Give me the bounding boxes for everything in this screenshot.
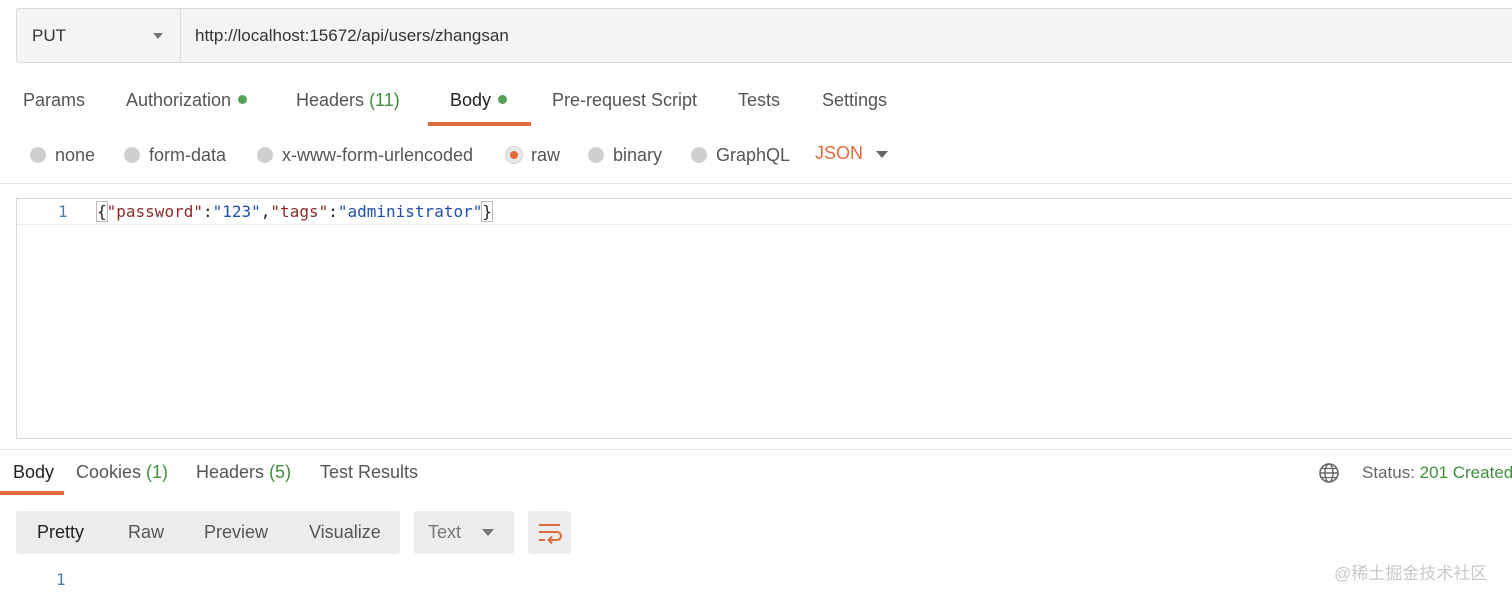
response-tab-body[interactable]: Body [13,462,54,483]
radio-binary[interactable]: binary [588,143,662,167]
response-status: Status: 201 Created [1362,463,1512,483]
response-tab-test-results[interactable]: Test Results [320,462,418,483]
divider [0,449,1512,450]
view-mode-pretty[interactable]: Pretty [37,511,84,554]
radio-label: raw [531,144,561,165]
json-string: "administrator" [337,202,483,221]
radio-label: x-www-form-urlencoded [282,144,474,165]
status-label: Status: [1362,463,1415,482]
line-number: 1 [56,570,66,589]
response-tab-cookies[interactable]: Cookies (1) [76,462,168,483]
tab-body[interactable]: Body [450,90,508,116]
radio-label: none [55,144,96,165]
radio-raw[interactable]: raw [506,143,560,167]
wrap-lines-button[interactable] [528,511,571,554]
radio-graphql[interactable]: GraphQL [691,143,790,167]
tab-label: Pre-request Script [552,90,698,110]
radio-form-data[interactable]: form-data [124,143,226,167]
response-tab-headers[interactable]: Headers (5) [196,462,291,483]
radio-circle-icon [257,147,273,163]
code-brace: { [96,201,108,222]
tab-label: Headers [296,90,365,110]
tab-label: Cookies [76,462,142,482]
radio-circle-icon [691,147,707,163]
watermark: @稀土掘金技术社区 [1334,564,1488,583]
wrap-lines-icon [539,524,562,545]
divider [0,183,1512,184]
method-label: PUT [32,25,66,45]
radio-label: GraphQL [716,144,791,165]
tab-count: (5) [269,462,292,482]
tab-count: (1) [146,462,169,482]
radio-circle-icon [588,147,604,163]
radio-circle-icon [124,147,140,163]
view-mode-raw[interactable]: Raw [128,511,164,554]
json-colon: : [202,202,213,221]
json-key: "tags" [270,202,329,221]
tab-settings[interactable]: Settings [822,90,887,116]
method-select[interactable]: PUT [17,9,181,62]
active-tab-underline [0,491,64,495]
tab-label: Params [23,90,86,110]
radio-circle-icon [30,147,46,163]
tab-label: Body [450,90,492,110]
chevron-down-icon[interactable] [876,151,888,158]
tab-authorization[interactable]: Authorization [126,90,248,116]
url-input[interactable]: http://localhost:15672/api/users/zhangsa… [195,9,1495,62]
view-mode-preview[interactable]: Preview [204,511,268,554]
tab-label: Authorization [126,90,232,110]
line-number: 1 [58,202,68,221]
chevron-down-icon [482,529,494,536]
indicator-dot-icon [238,95,248,104]
code-brace: } [481,201,493,222]
tab-label: Tests [738,90,781,110]
tab-pre-request-script[interactable]: Pre-request Script [552,90,697,116]
active-tab-underline [428,122,531,126]
format-label: Text [428,522,462,542]
tab-label: Settings [822,90,888,110]
radio-x-www-form-urlencoded[interactable]: x-www-form-urlencoded [257,143,473,167]
view-mode-toggle: Pretty Raw Preview Visualize [16,511,400,554]
radio-label: binary [613,144,663,165]
tab-label: Body [13,462,55,482]
tab-tests[interactable]: Tests [738,90,780,116]
tab-count: (11) [369,90,400,110]
radio-none[interactable]: none [30,143,95,167]
radio-label: form-data [149,144,227,165]
tab-label: Test Results [320,462,419,482]
tab-label: Headers [196,462,265,482]
view-mode-visualize[interactable]: Visualize [309,511,381,554]
tab-params[interactable]: Params [23,90,85,116]
response-format-select[interactable]: Text [414,511,514,554]
json-string: "123" [212,202,261,221]
indicator-dot-icon [498,95,508,104]
status-badge: 201 Created [1419,463,1512,482]
json-colon: : [328,202,338,221]
body-language-select[interactable]: JSON [815,143,863,164]
globe-icon[interactable] [1318,462,1340,484]
json-key: "password" [106,202,203,221]
request-body-editor[interactable]: 1 {"password":"123","tags":"administrato… [16,198,1512,439]
tab-headers[interactable]: Headers (11) [296,90,400,116]
code-line: {"password":"123","tags":"administrator"… [96,201,493,222]
chevron-down-icon [153,33,163,39]
request-bar: PUT http://localhost:15672/api/users/zha… [16,8,1512,63]
json-comma: , [260,202,271,221]
radio-selected-icon [506,147,522,163]
